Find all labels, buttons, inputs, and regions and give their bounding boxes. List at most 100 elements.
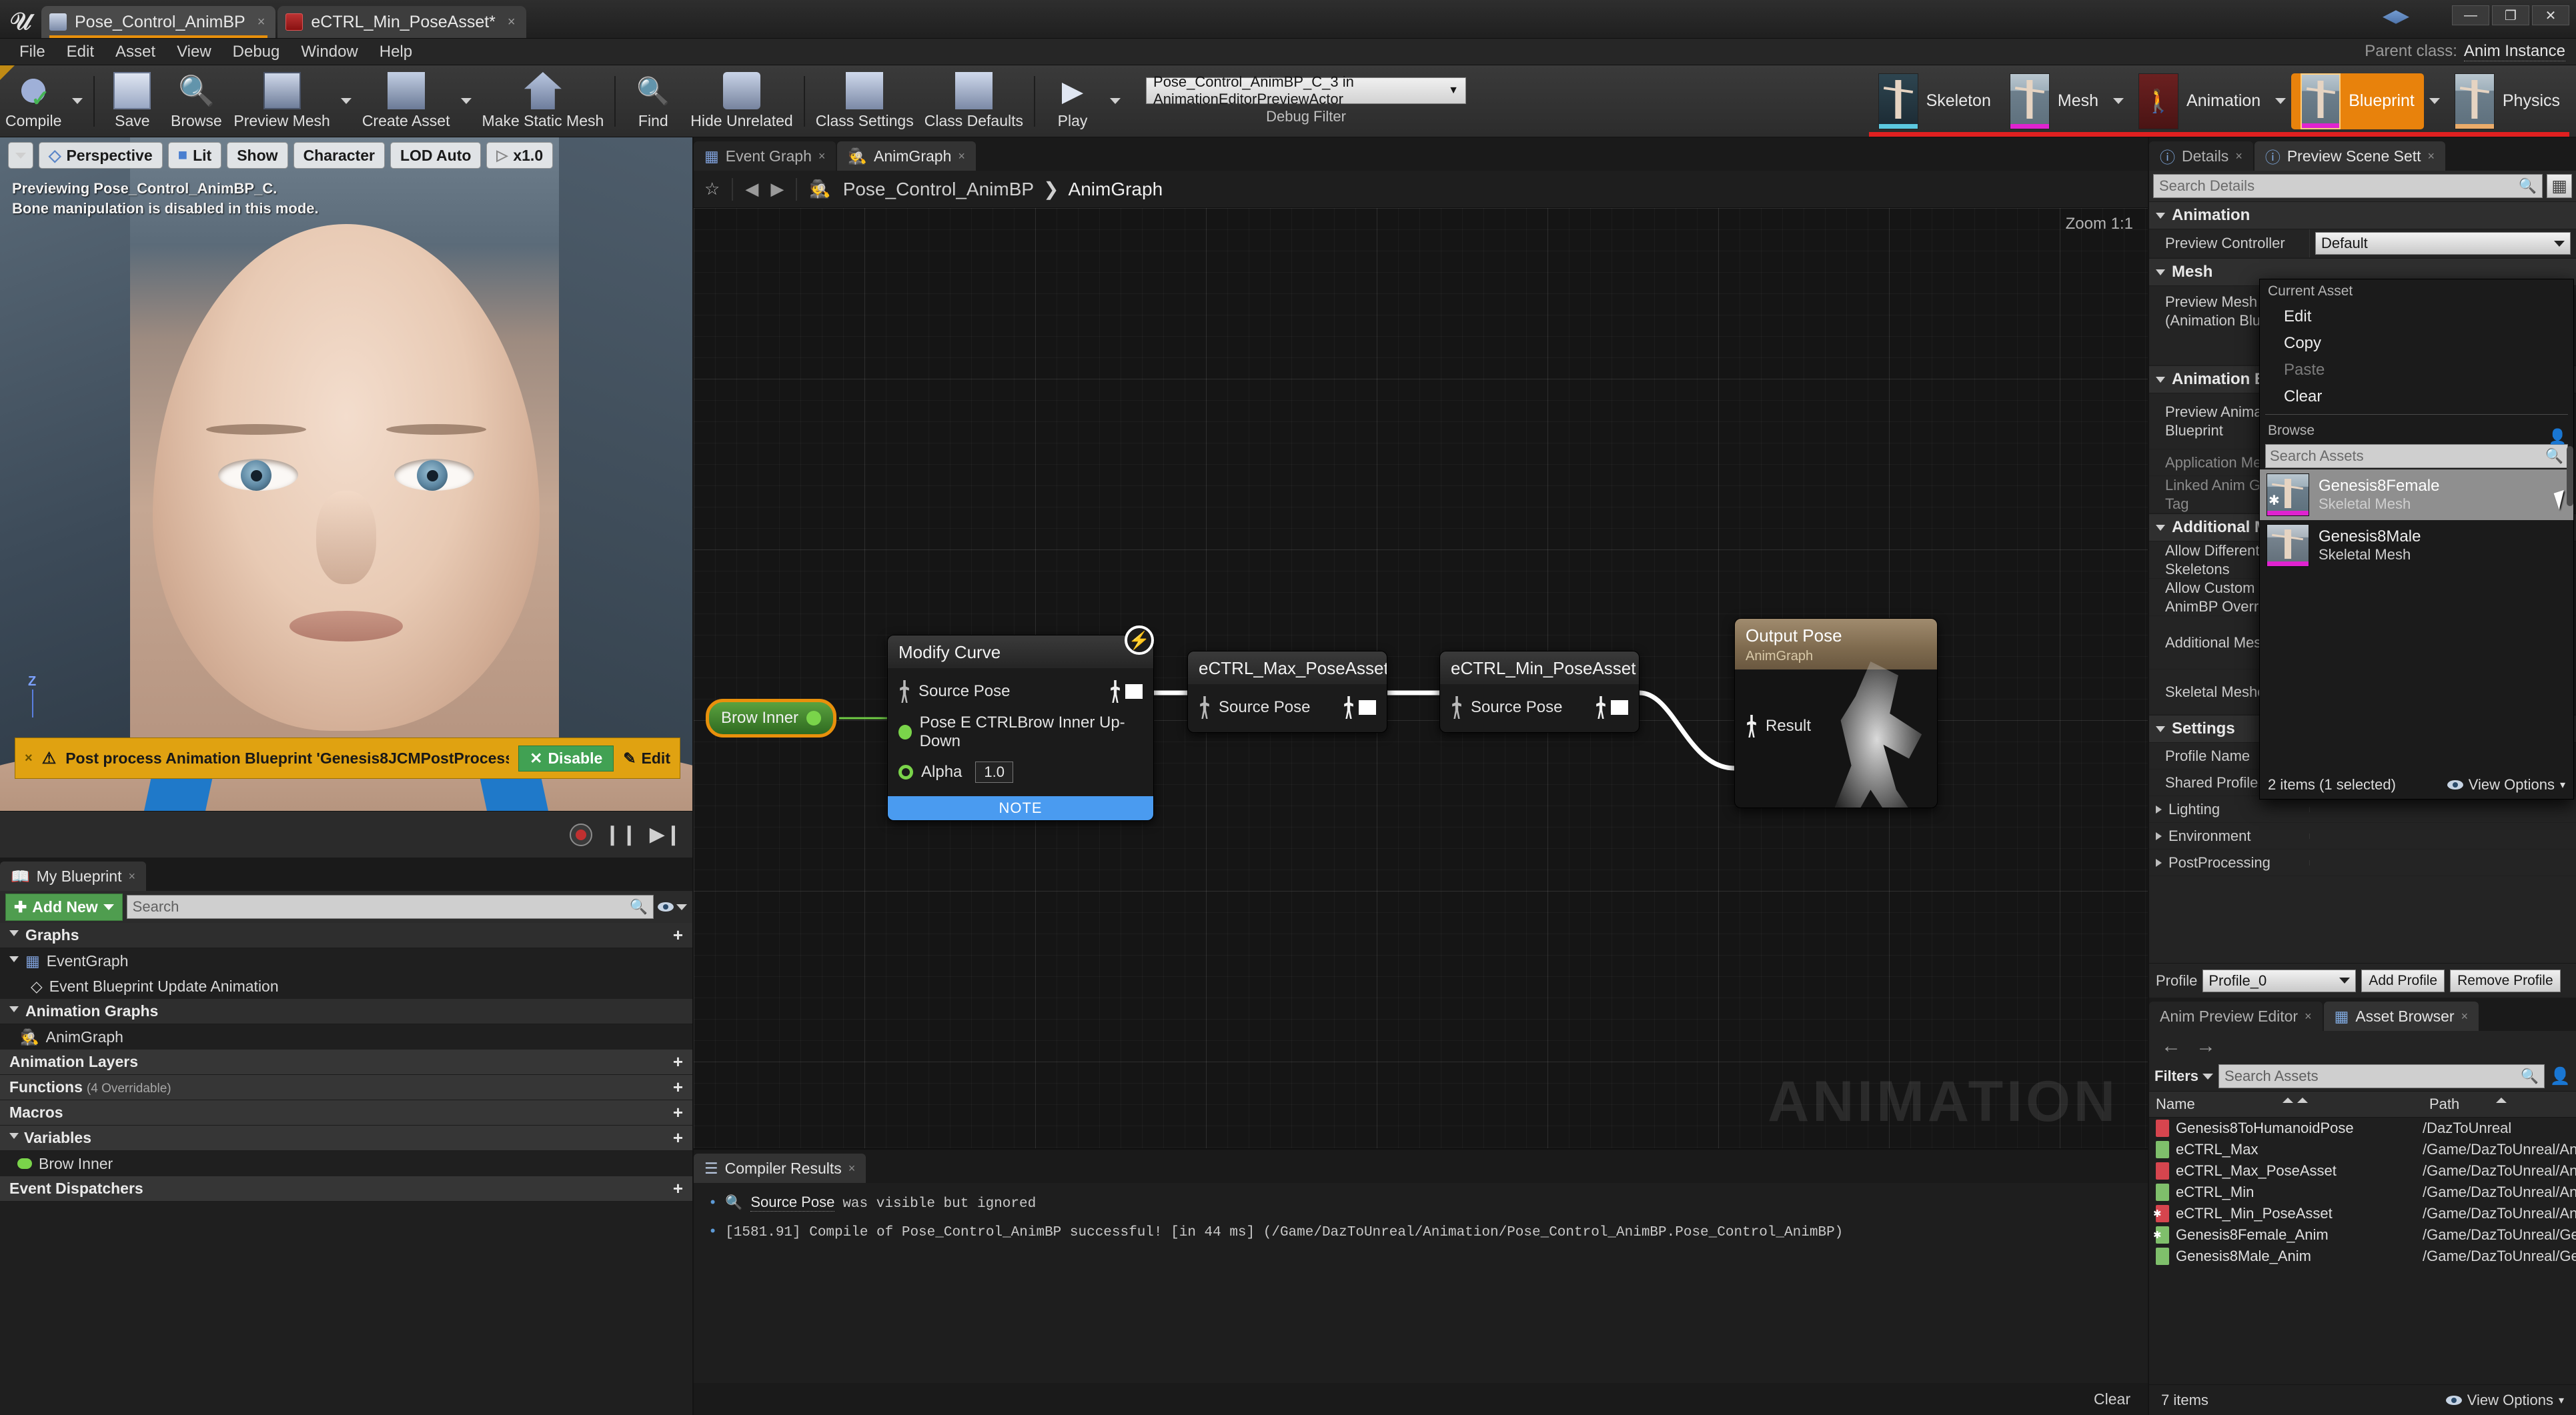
picker-asset-genesis8male[interactable]: Genesis8Male Skeletal Mesh (2260, 520, 2573, 571)
asset-picker-popup[interactable]: Current Asset Edit Copy Paste Clear Brow… (2259, 279, 2574, 800)
mode-blueprint[interactable]: Blueprint (2291, 73, 2424, 129)
tab-close-icon[interactable]: × (2235, 149, 2242, 163)
remove-profile-button[interactable]: Remove Profile (2450, 969, 2561, 992)
output-pose-pin-icon[interactable] (1125, 684, 1143, 699)
node-pin-source-pose[interactable]: Source Pose (1440, 691, 1639, 724)
viewport-lod-button[interactable]: LOD Auto (390, 142, 482, 169)
add-new-button[interactable]: ✚ Add New (5, 893, 123, 921)
breadcrumb-leaf[interactable]: AnimGraph (1069, 179, 1163, 200)
mode-animation[interactable]: 🚶 Animation (1868, 73, 2569, 137)
alpha-pin-icon[interactable] (898, 765, 913, 780)
nav-back-icon[interactable]: ◀ (745, 179, 758, 199)
menu-debug[interactable]: Debug (223, 40, 290, 64)
add-layer-icon[interactable]: + (673, 1052, 683, 1072)
details-row-lighting[interactable]: Lighting (2149, 796, 2576, 823)
output-pose-pin-icon[interactable] (1359, 700, 1376, 715)
menu-window[interactable]: Window (291, 40, 368, 64)
my-blueprint-search-input[interactable]: Search 🔍 (126, 895, 654, 919)
node-note-bar[interactable]: NOTE (888, 796, 1153, 820)
graph-node-modify-curve[interactable]: Modify Curve Source Pose Pose E CTRLBrow… (887, 635, 1154, 821)
tab-event-graph[interactable]: ▦ Event Graph × (694, 141, 836, 171)
tab-close-icon[interactable]: × (2461, 1010, 2469, 1024)
tab-close-icon[interactable]: × (128, 870, 135, 884)
node-pin-source-pose[interactable]: Source Pose (1188, 691, 1387, 724)
node-pin-alpha[interactable]: Alpha 1.0 (888, 756, 1153, 788)
tab-close-icon[interactable]: × (818, 149, 826, 163)
filters-button[interactable]: Filters (2154, 1068, 2214, 1085)
window-tab-pose-control[interactable]: Pose_Control_AnimBP × (41, 6, 276, 38)
mode-skeleton[interactable]: Skeleton (1869, 73, 2000, 129)
class-defaults-button[interactable]: Class Defaults (919, 65, 1029, 137)
my-blueprint-view-options[interactable] (658, 902, 687, 912)
create-asset-dropdown-caret[interactable] (456, 65, 477, 137)
play-button[interactable]: ▶ Play (1041, 65, 1105, 137)
mbp-item-event-update-animation[interactable]: ◇ Event Blueprint Update Animation (0, 974, 692, 999)
tab-details[interactable]: ⓘ Details × (2149, 141, 2253, 171)
asset-browser-view-options-button[interactable]: View Options ▾ (2445, 1392, 2564, 1409)
add-macro-icon[interactable]: + (673, 1102, 683, 1123)
window-tab-close-icon[interactable]: × (257, 15, 265, 30)
tab-anim-preview-editor[interactable]: Anim Preview Editor × (2149, 1002, 2323, 1031)
details-row-postprocessing[interactable]: PostProcessing (2149, 850, 2576, 876)
tab-close-icon[interactable]: × (958, 149, 965, 163)
mbp-category-variables[interactable]: Variables + (0, 1126, 692, 1151)
column-header-path[interactable]: Path (2423, 1096, 2576, 1113)
mbp-category-graphs[interactable]: Graphs + (0, 923, 692, 948)
details-row-environment[interactable]: Environment (2149, 823, 2576, 850)
graduation-cap-icon[interactable] (2383, 10, 2409, 24)
mesh-mode-caret[interactable] (2108, 65, 2129, 137)
curve-pin-icon[interactable] (898, 725, 912, 740)
person-icon[interactable]: 👤 (2550, 1067, 2571, 1086)
anim-graph-canvas[interactable]: Zoom 1:1 ANIMATION Brow Inner Modify Cur… (694, 208, 2148, 1148)
details-search-input[interactable]: Search Details 🔍 (2153, 174, 2543, 198)
picker-asset-genesis8female[interactable]: ✱ Genesis8Female Skeletal Mesh (2260, 469, 2573, 520)
table-row[interactable]: eCTRL_Max_PoseAsset /Game/DazToUnreal/An… (2149, 1160, 2576, 1182)
step-forward-icon[interactable]: ▶❙ (650, 823, 682, 846)
menu-help[interactable]: Help (370, 40, 422, 64)
parent-class-value[interactable]: Anim Instance (2463, 42, 2565, 61)
save-button[interactable]: Save (100, 65, 164, 137)
picker-view-options-button[interactable]: View Options ▾ (2447, 776, 2565, 794)
find-button[interactable]: 🔍 Find (621, 65, 685, 137)
graph-variable-node-brow-inner[interactable]: Brow Inner (706, 699, 837, 738)
nav-forward-icon[interactable]: ▶ (770, 179, 784, 199)
viewport-character-button[interactable]: Character (293, 142, 385, 169)
viewport-options-button[interactable] (8, 142, 33, 169)
favorite-star-icon[interactable]: ☆ (704, 179, 720, 199)
add-profile-button[interactable]: Add Profile (2361, 969, 2445, 992)
hide-unrelated-button[interactable]: Hide Unrelated (685, 65, 798, 137)
close-button[interactable]: ✕ (2532, 5, 2569, 25)
add-dispatcher-icon[interactable]: + (673, 1178, 683, 1199)
create-asset-button[interactable]: Create Asset (357, 65, 456, 137)
tab-preview-scene-settings[interactable]: ⓘ Preview Scene Sett × (2254, 141, 2446, 171)
alpha-value-field[interactable]: 1.0 (975, 762, 1013, 783)
make-static-mesh-button[interactable]: Make Static Mesh (477, 65, 610, 137)
breadcrumb-root[interactable]: Pose_Control_AnimBP (843, 179, 1034, 200)
minimize-button[interactable]: — (2452, 5, 2489, 25)
warning-edit-button[interactable]: ✎ Edit (623, 750, 670, 768)
compiler-link[interactable]: Source Pose (750, 1194, 835, 1212)
warning-close-icon[interactable]: × (25, 751, 33, 766)
mode-mesh[interactable]: Mesh (2000, 73, 2108, 129)
mbp-category-event-dispatchers[interactable]: Event Dispatchers + (0, 1176, 692, 1202)
add-function-icon[interactable]: + (673, 1077, 683, 1098)
mbp-category-macros[interactable]: Macros + (0, 1100, 692, 1126)
mbp-variable-brow-inner[interactable]: Brow Inner (0, 1151, 692, 1176)
table-row[interactable]: eCTRL_Max /Game/DazToUnreal/Ani (2149, 1139, 2576, 1160)
mbp-item-animgraph[interactable]: 🕵 AnimGraph (0, 1024, 692, 1050)
table-row[interactable]: eCTRL_Min /Game/DazToUnreal/Ani (2149, 1182, 2576, 1203)
menu-edit[interactable]: Edit (57, 40, 104, 64)
debug-filter-select[interactable]: Pose_Control_AnimBP_C_3 in AnimationEdit… (1146, 73, 1467, 107)
graph-node-ectrl-max-poseasset[interactable]: eCTRL_Max_PoseAsset Source Pose (1187, 651, 1387, 733)
grid-view-icon[interactable]: ▦ (2547, 174, 2572, 198)
tab-close-icon[interactable]: × (2305, 1010, 2312, 1024)
table-row[interactable]: Genesis8ToHumanoidPose /DazToUnreal (2149, 1118, 2576, 1139)
column-header-name[interactable]: Name (2149, 1096, 2423, 1113)
play-dropdown-caret[interactable] (1105, 65, 1126, 137)
nav-back-icon[interactable]: ← (2161, 1035, 2181, 1058)
mbp-item-eventgraph[interactable]: ▦ EventGraph (0, 948, 692, 974)
tab-asset-browser[interactable]: ▦ Asset Browser × (2323, 1002, 2479, 1031)
viewport-playrate-button[interactable]: ▷ x1.0 (486, 142, 554, 169)
node-pin-pose-curve[interactable]: Pose E CTRLBrow Inner Up- Down (888, 708, 1153, 756)
clear-button[interactable]: Clear (2094, 1390, 2130, 1408)
